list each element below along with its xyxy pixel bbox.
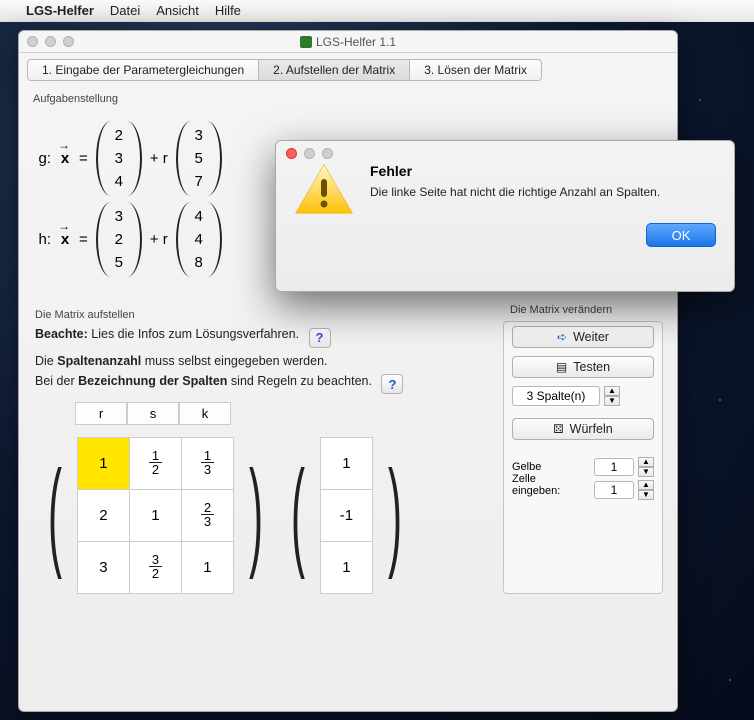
- col-header-s[interactable]: s: [127, 402, 179, 425]
- zoom-icon[interactable]: [322, 148, 333, 159]
- eq-g-point: 2 3 4: [96, 121, 142, 196]
- vector-x-icon: x: [59, 150, 71, 167]
- gelbe-col-down[interactable]: ▼: [638, 490, 654, 500]
- tab-loesen[interactable]: 3. Lösen der Matrix: [410, 59, 542, 81]
- equals: =: [79, 150, 88, 167]
- testen-button[interactable]: ▤ Testen: [512, 356, 654, 378]
- gelbe-row-down[interactable]: ▼: [638, 467, 654, 477]
- spalten-input[interactable]: [512, 386, 600, 406]
- label-veraendern: Die Matrix verändern: [510, 304, 654, 316]
- alert-title: Fehler: [370, 163, 660, 179]
- rhs-cell[interactable]: -1: [320, 490, 372, 542]
- alert-message: Die linke Seite hat nicht die richtige A…: [370, 185, 660, 199]
- hint-spaltenanzahl: Die Spaltenanzahl muss selbst eingegeben…: [35, 354, 487, 368]
- menu-datei[interactable]: Datei: [110, 3, 140, 18]
- app-name-menu[interactable]: LGS-Helfer: [26, 3, 94, 18]
- gelbe-row-up[interactable]: ▲: [638, 457, 654, 467]
- matrix-cell[interactable]: 2: [77, 490, 129, 542]
- close-icon[interactable]: [27, 36, 38, 47]
- matrix-cell[interactable]: 1: [77, 438, 129, 490]
- matrix-cell[interactable]: 32: [129, 542, 181, 594]
- eq-g-dir: 3 5 7: [176, 121, 222, 196]
- app-icon: [300, 36, 312, 48]
- eq-h-label: h:: [33, 231, 51, 248]
- spalten-step-up[interactable]: ▲: [604, 386, 620, 396]
- close-icon[interactable]: [286, 148, 297, 159]
- titlebar: LGS-Helfer 1.1: [19, 31, 677, 53]
- rhs-cell[interactable]: 1: [320, 438, 372, 490]
- tabs: 1. Eingabe der Parametergleichungen 2. A…: [27, 59, 669, 81]
- label-aufstellen: Die Matrix aufstellen: [35, 309, 487, 321]
- matrix-cell[interactable]: 1: [129, 490, 181, 542]
- zoom-icon[interactable]: [63, 36, 74, 47]
- menubar: LGS-Helfer Datei Ansicht Hilfe: [0, 0, 754, 22]
- hint-bezeichnung: Bei der Bezeichnung der Spalten sind Reg…: [35, 374, 487, 395]
- col-header-r[interactable]: r: [75, 402, 127, 425]
- matrix-cell[interactable]: 13: [181, 438, 233, 490]
- vector-x-icon: x: [59, 231, 71, 248]
- eq-g-label: g:: [33, 150, 51, 167]
- eq-h-point: 3 2 5: [96, 202, 142, 277]
- matrix-grid: 1 12 13 2 1 23 3 32 1: [77, 437, 234, 594]
- matrix-cell[interactable]: 12: [129, 438, 181, 490]
- matrix-cell[interactable]: 1: [181, 542, 233, 594]
- rhs-vector: 1 -1 1: [320, 437, 373, 594]
- help-spalten-button[interactable]: ?: [381, 374, 403, 394]
- col-header-k[interactable]: k: [179, 402, 231, 425]
- warning-icon: [294, 163, 354, 215]
- minimize-icon[interactable]: [304, 148, 315, 159]
- label-aufgabe: Aufgabenstellung: [33, 93, 663, 105]
- ok-button[interactable]: OK: [646, 223, 716, 247]
- tab-aufstellen[interactable]: 2. Aufstellen der Matrix: [259, 59, 410, 81]
- menu-hilfe[interactable]: Hilfe: [215, 3, 241, 18]
- rhs-cell[interactable]: 1: [320, 542, 372, 594]
- plus-r: + r: [150, 150, 168, 167]
- wuerfeln-button[interactable]: ⚄ Würfeln: [512, 418, 654, 440]
- gelbe-zelle-group: Gelbe Zelle eingeben: ▲ ▼: [512, 454, 654, 503]
- error-dialog: Fehler Die linke Seite hat nicht die ric…: [275, 140, 735, 292]
- matrix-cell[interactable]: 3: [77, 542, 129, 594]
- side-panel: Die Matrix verändern ➪ Weiter ▤ Testen ▲…: [503, 321, 663, 594]
- gelbe-col-input[interactable]: [594, 481, 634, 499]
- gelbe-row-input[interactable]: [594, 458, 634, 476]
- tab-eingabe[interactable]: 1. Eingabe der Parametergleichungen: [27, 59, 259, 81]
- weiter-button[interactable]: ➪ Weiter: [512, 326, 654, 348]
- window-title: LGS-Helfer 1.1: [316, 35, 396, 49]
- equals: =: [79, 231, 88, 248]
- arrow-right-icon: ➪: [557, 330, 567, 344]
- plus-r: + r: [150, 231, 168, 248]
- clipboard-icon: ▤: [556, 360, 567, 374]
- eq-h-dir: 4 4 8: [176, 202, 222, 277]
- matrix-col-headers: r s k: [75, 402, 487, 425]
- minimize-icon[interactable]: [45, 36, 56, 47]
- gelbe-col-up[interactable]: ▲: [638, 480, 654, 490]
- menu-ansicht[interactable]: Ansicht: [156, 3, 199, 18]
- spalten-step-down[interactable]: ▼: [604, 396, 620, 406]
- hint-beachte: Beachte: Lies die Infos zum Lösungsverfa…: [35, 327, 487, 348]
- help-verfahren-button[interactable]: ?: [309, 328, 331, 348]
- dice-icon: ⚄: [553, 422, 563, 436]
- matrix-cell[interactable]: 23: [181, 490, 233, 542]
- main-window: LGS-Helfer 1.1 1. Eingabe der Parameterg…: [18, 30, 678, 712]
